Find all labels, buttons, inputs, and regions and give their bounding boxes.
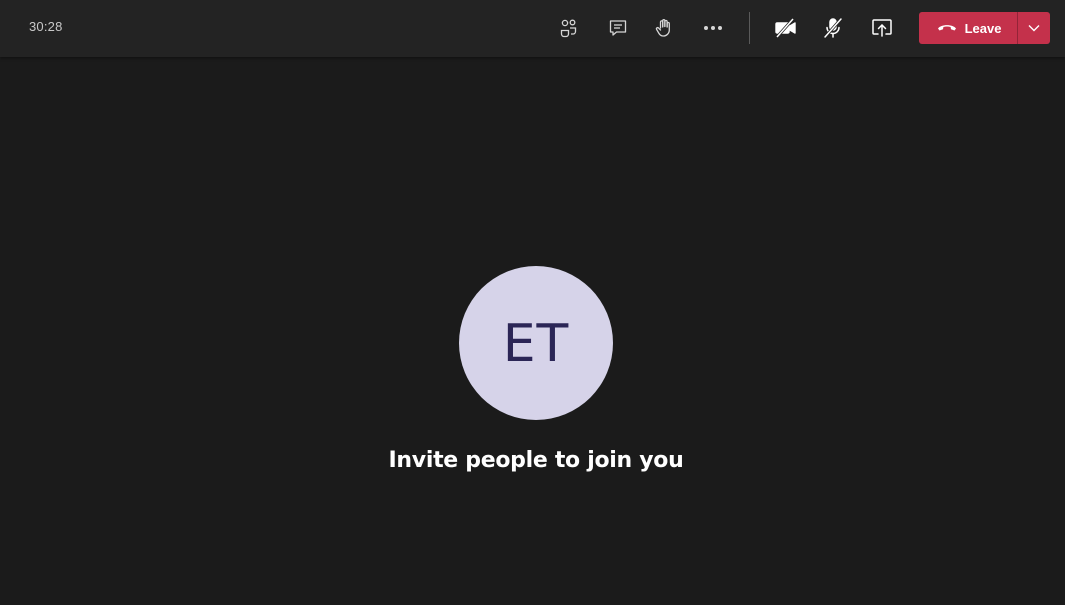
raise-hand-icon [654,18,674,38]
leave-button[interactable]: Leave [919,12,1017,44]
hang-up-icon [937,19,957,37]
people-button[interactable] [551,12,587,44]
more-options-button[interactable] [695,12,731,44]
chat-icon [608,18,628,38]
leave-label: Leave [964,20,1002,36]
meeting-window: 30:28 Leave ET Invite people to join you [0,0,1065,605]
mic-toggle-button[interactable] [815,12,851,44]
meeting-toolbar: 30:28 Leave [0,0,1065,57]
raise-hand-button[interactable] [646,12,682,44]
share-screen-icon [871,18,893,38]
camera-toggle-button[interactable] [768,12,804,44]
avatar-initials: ET [502,314,570,374]
call-timer: 30:28 [29,19,63,34]
leave-split-button: Leave [919,12,1050,44]
mic-off-icon [822,17,844,39]
avatar: ET [459,266,613,420]
invite-message: Invite people to join you [388,448,684,473]
toolbar-divider [749,12,750,44]
people-icon [559,18,579,38]
chat-button[interactable] [600,12,636,44]
chevron-down-icon [1028,19,1040,37]
share-screen-button[interactable] [864,12,900,44]
more-icon [702,18,724,38]
camera-off-icon [774,17,798,39]
leave-options-button[interactable] [1018,12,1050,44]
